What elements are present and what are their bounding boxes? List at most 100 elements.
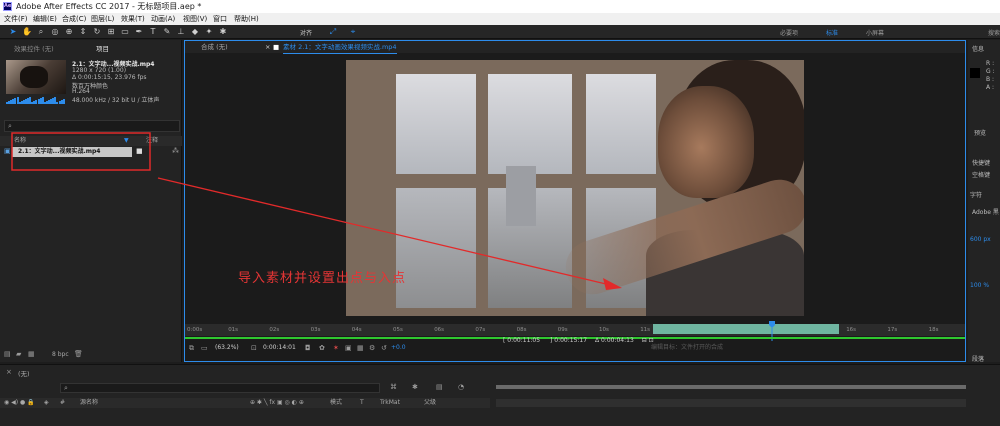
lock-icon[interactable]: ■	[273, 41, 279, 53]
ruler-tick-label: 05s	[393, 327, 403, 333]
tab-effect-controls[interactable]: 效果控件 (无)	[14, 43, 54, 55]
menu-window[interactable]: 窗口	[213, 13, 227, 25]
timeline-zoom-bar[interactable]	[496, 385, 966, 389]
column-name[interactable]: 名称	[14, 136, 26, 146]
av-features-icon[interactable]: ◉ ◀) ● 🔒	[4, 398, 35, 408]
timeline-ruler[interactable]	[496, 399, 966, 407]
time-ruler[interactable]: 0:00s01s02s03s04s05s06s07s08s09s10s11s12…	[185, 324, 965, 336]
column-t[interactable]: T	[360, 398, 364, 408]
timeline-panel: × (无) ⌕ ⌘ ✱ ▤ ◔ ◉ ◀) ● 🔒 ◈ # 源名称 ⊕ ✱ ╲ f…	[0, 364, 1000, 426]
tab-project[interactable]: 项目	[96, 43, 109, 55]
dolly-camera-tool-icon[interactable]: ⇕	[78, 27, 88, 37]
pan-camera-tool-icon[interactable]: ⊕	[64, 27, 74, 37]
ruler-tick-label: 07s	[475, 327, 486, 333]
workspace-essentials[interactable]: 必要项	[780, 28, 798, 37]
orbit-camera-tool-icon[interactable]: ◎	[50, 27, 60, 37]
hand-tool-icon[interactable]: ✋	[22, 27, 32, 37]
monitor-icon[interactable]: ▭	[201, 343, 208, 353]
motion-blur-icon[interactable]: ◔	[458, 383, 464, 391]
current-time-readout[interactable]: 0:00:14:01	[263, 343, 296, 353]
ruler-tick-label: 0:00s	[187, 327, 203, 333]
snapshot-icon[interactable]: ◘	[305, 343, 311, 353]
menu-file[interactable]: 文件(F)	[4, 13, 28, 25]
close-icon[interactable]: ×	[6, 368, 12, 376]
paragraph-tab[interactable]: 段落	[972, 354, 984, 363]
draft-3d-icon[interactable]: ✱	[412, 383, 418, 391]
layer-search-input[interactable]: ⌕	[60, 383, 380, 393]
project-search-input[interactable]: ⌕	[4, 120, 180, 132]
character-tab[interactable]: 字符	[970, 190, 982, 199]
column-mode[interactable]: 模式	[330, 398, 342, 408]
snap-icon[interactable]: ⤢	[328, 27, 338, 37]
puppet-pin-tool-icon[interactable]: ✱	[218, 27, 228, 37]
channel-icon[interactable]: ✶	[333, 343, 339, 353]
roto-brush-tool-icon[interactable]: ✦	[204, 27, 214, 37]
brush-tool-icon[interactable]: ✎	[162, 27, 172, 37]
work-area-bar[interactable]	[653, 324, 839, 334]
selection-tool-icon[interactable]: ➤	[8, 27, 18, 37]
snap-grid-icon[interactable]: ⌖	[348, 27, 358, 37]
column-source-name[interactable]: 源名称	[80, 398, 98, 408]
resolution-icon[interactable]: ▣	[345, 343, 352, 353]
vertical-scale[interactable]: 100 %	[970, 282, 989, 289]
interpret-footage-icon[interactable]: ▤	[4, 350, 11, 358]
menu-layer[interactable]: 图层(L)	[91, 13, 114, 25]
reset-exposure-icon[interactable]: ↺	[381, 343, 387, 353]
new-composition-icon[interactable]: ▦	[28, 350, 35, 358]
label-icon[interactable]: ◈	[44, 398, 49, 408]
tab-composition[interactable]: 合成 (无)	[201, 41, 228, 53]
close-icon[interactable]: ×	[265, 41, 270, 53]
workspace-small-screen[interactable]: 小屏幕	[866, 28, 884, 37]
clone-stamp-tool-icon[interactable]: ⊥	[176, 27, 186, 37]
column-parent[interactable]: 父级	[424, 398, 436, 408]
comp-flowchart-icon[interactable]: ⌘	[390, 383, 397, 391]
sort-arrow-icon: ▼	[124, 137, 129, 144]
column-comment[interactable]: 注释	[146, 136, 158, 146]
pen-tool-icon[interactable]: ✒	[134, 27, 144, 37]
tab-footage[interactable]: 素材 2.1：文字动画效果视频实战.mp4	[283, 41, 397, 54]
font-size[interactable]: 600 px	[970, 236, 991, 243]
shortcut-value[interactable]: 空格键	[972, 170, 990, 179]
menu-help[interactable]: 帮助(H)	[234, 13, 259, 25]
new-folder-icon[interactable]: ▰	[16, 350, 21, 358]
font-family[interactable]: Adobe 黑	[972, 207, 999, 216]
shortcut-label: 快捷键	[972, 160, 991, 167]
fast-preview-icon[interactable]: ⚙	[369, 343, 375, 353]
frame-blending-icon[interactable]: ▤	[436, 383, 443, 391]
footage-resolution: 1280 x 720 (1.00)	[72, 67, 127, 74]
workspace-standard[interactable]: 标准	[826, 28, 838, 37]
type-tool-icon[interactable]: T	[148, 27, 158, 37]
ruler-tick-label: 09s	[557, 327, 568, 333]
info-tab[interactable]: 信息	[972, 44, 984, 53]
exposure-value[interactable]: +0.0	[391, 343, 406, 353]
always-preview-icon[interactable]: ⧉	[189, 343, 194, 353]
label-color-swatch[interactable]: ■	[136, 147, 143, 155]
zoom-tool-icon[interactable]: ⌕	[36, 27, 46, 37]
info-g: G :	[986, 68, 995, 75]
column-trkmat[interactable]: TrkMat	[380, 398, 400, 408]
search-help-label[interactable]: 搜索	[988, 28, 1000, 37]
menu-edit[interactable]: 编辑(E)	[33, 13, 57, 25]
menu-animation[interactable]: 动画(A)	[151, 13, 175, 25]
zoom-dropdown[interactable]: (63.2%)	[215, 343, 239, 353]
menu-composition[interactable]: 合成(C)	[62, 13, 86, 25]
align-checkbox[interactable]: 对齐	[300, 28, 312, 37]
rotation-tool-icon[interactable]: ↻	[92, 27, 102, 37]
show-snapshot-icon[interactable]: ✿	[319, 343, 325, 353]
preview-tab[interactable]: 预览	[974, 128, 986, 137]
layer-number-icon[interactable]: #	[60, 398, 65, 408]
anchor-tool-icon[interactable]: ⊞	[106, 27, 116, 37]
project-item-row[interactable]: 2.1：文字动...视频实战.mp4	[12, 147, 132, 157]
menu-effect[interactable]: 效果(T)	[121, 13, 145, 25]
transparency-grid-icon[interactable]: ▦	[357, 343, 364, 353]
trash-icon[interactable]: 🗑	[74, 350, 83, 358]
rectangle-tool-icon[interactable]: ▭	[120, 27, 130, 37]
menu-view[interactable]: 视图(V)	[183, 13, 207, 25]
ruler-tick-label: 10s	[599, 327, 609, 333]
bit-depth[interactable]: 8 bpc	[52, 351, 69, 358]
timeline-tab[interactable]: (无)	[18, 368, 30, 378]
eraser-tool-icon[interactable]: ◆	[190, 27, 200, 37]
switches-icon[interactable]: ⊕ ✱ ╲ fx ▣ ◎ ◐ ⊕	[250, 398, 304, 408]
region-of-interest-icon[interactable]: ⊡	[251, 343, 257, 353]
ruler-tick-label: 18s	[928, 327, 939, 333]
